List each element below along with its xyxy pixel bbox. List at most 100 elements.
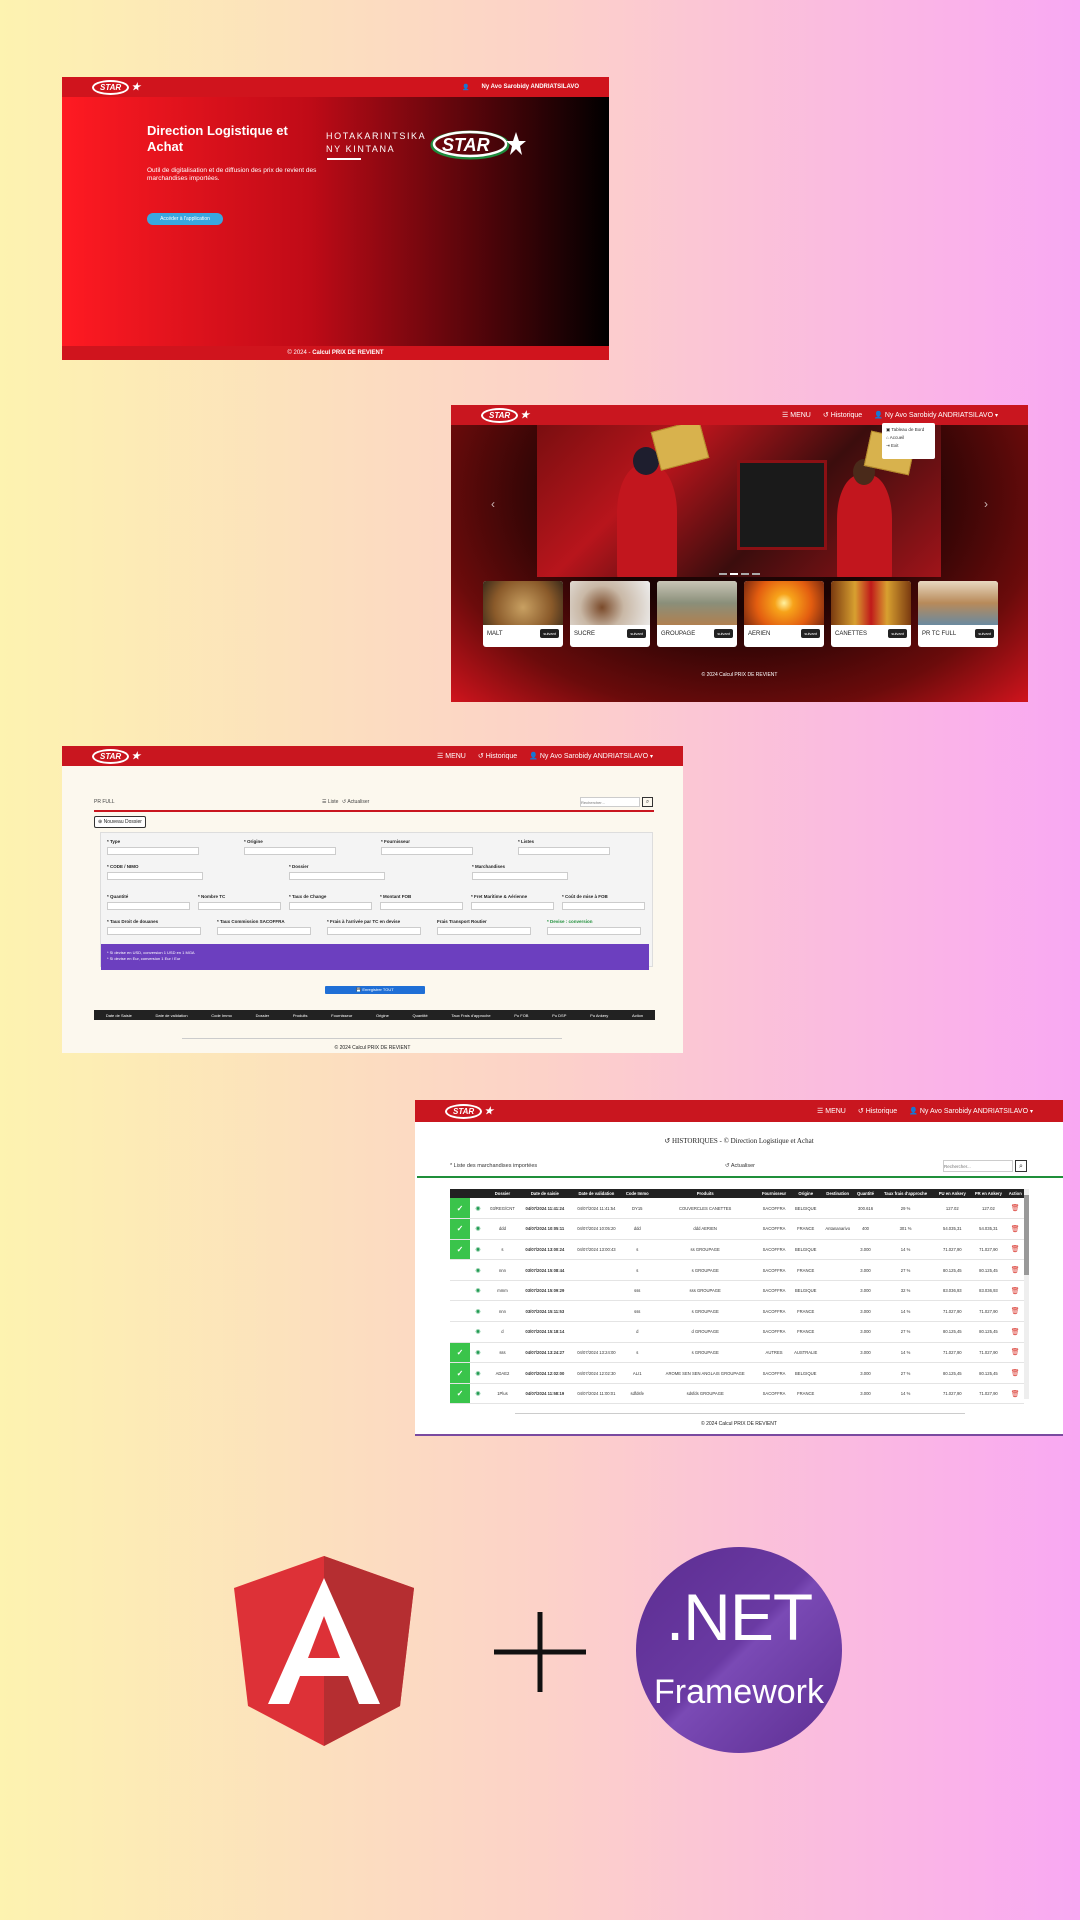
brand-logo[interactable]: STAR ★ [92,79,140,95]
table-row[interactable]: ✓ ◉ sss 04/07/2024 13:24:27 04/07/2024 13:24… [450,1342,1024,1364]
delete-trash-icon[interactable]: 🗑 [1006,1383,1024,1405]
table-row[interactable]: ✓ ◉ s 04/07/2024 13:00:24 04/07/2024 13:00:4… [450,1239,1024,1261]
table-row[interactable]: ◉ d 03/07/2024 15:18:14 d d GROUPAGE SACOFFRA… [450,1321,1024,1343]
chevron-left-icon[interactable]: ‹ [491,497,495,511]
table-row[interactable]: ◉ mmm 03/07/2024 15:09:29 sss sss GROUPAGE SA… [450,1280,1024,1302]
card-malt[interactable]: MALT suivant [483,581,563,647]
user-menu[interactable]: 👤 Ny Avo Sarobidy ANDRIATSILAVO ▾ [874,411,998,419]
fob-amount-input[interactable] [380,902,463,910]
delete-trash-icon[interactable]: 🗑 [1006,1239,1024,1261]
search-input[interactable] [943,1160,1013,1172]
view-eye-icon[interactable]: ◉ [470,1362,486,1384]
refresh-link[interactable]: ↺ Actualiser [725,1163,755,1169]
brand-logo[interactable]: STAR ★ [445,1103,493,1119]
delete-trash-icon[interactable]: 🗑 [1006,1362,1024,1384]
card-groupage[interactable]: GROUPAGE suivant [657,581,737,647]
refresh-link[interactable]: ↺ Actualiser [342,799,369,805]
table-row[interactable]: ✓ ◉ 1Plus 04/07/2024 11:58:19 04/07/2024 11:… [450,1383,1024,1405]
delete-trash-icon[interactable]: 🗑 [1006,1300,1024,1323]
view-eye-icon[interactable]: ◉ [470,1280,486,1302]
user-menu[interactable]: 👤 Ny Avo Sarobidy ANDRIATSILAVO ▾ [529,752,653,760]
brand-logo[interactable]: STAR ★ [481,407,529,423]
card-aerien[interactable]: AERIEN suivant [744,581,824,647]
menu-link[interactable]: ☰ MENU [782,411,811,419]
view-eye-icon[interactable]: ◉ [470,1218,486,1240]
search-input[interactable] [580,797,640,807]
dropdown-item-home[interactable]: ⌂ Accueil [886,434,931,442]
menu-link[interactable]: ☰ MENU [817,1107,846,1115]
history-link[interactable]: ↺ Historique [858,1107,897,1115]
view-eye-icon[interactable]: ◉ [470,1383,486,1405]
table-scrollbar[interactable] [1024,1189,1029,1399]
cell-qte: 3.000 [854,1259,877,1281]
goods-input[interactable] [472,872,568,880]
delete-trash-icon[interactable]: 🗑 [1006,1198,1024,1220]
delete-trash-icon[interactable]: 🗑 [1006,1259,1024,1281]
chevron-right-icon[interactable]: › [984,497,988,511]
card-pr-tc-full[interactable]: PR TC FULL suivant [918,581,998,647]
history-link[interactable]: ↺ Historique [478,752,517,760]
next-button[interactable]: suivant [627,629,646,638]
table-row[interactable]: ✓ ◉ ddd 04/07/2024 10:05:11 04/07/2024 10:05… [450,1218,1024,1240]
card-sucre[interactable]: SUCRE suivant [570,581,650,647]
currency-input[interactable] [547,927,641,935]
view-eye-icon[interactable]: ◉ [470,1342,486,1364]
table-row[interactable]: ◉ nnn 03/07/2024 15:11:53 sss s GROUPAGE SACO… [450,1300,1024,1323]
commission-input[interactable] [217,927,311,935]
delete-trash-icon[interactable]: 🗑 [1006,1280,1024,1302]
view-eye-icon[interactable]: ◉ [470,1239,486,1261]
card-canettes[interactable]: CANETTES suivant [831,581,911,647]
delete-trash-icon[interactable]: 🗑 [1006,1218,1024,1240]
dossier-input[interactable] [289,872,385,880]
cell-destination: Antananarivo [821,1218,855,1240]
code-input[interactable] [107,872,203,880]
list-select[interactable] [518,847,610,855]
fob-cost-input[interactable] [562,902,645,910]
next-button[interactable]: suivant [801,629,820,638]
type-select[interactable] [107,847,199,855]
menu-link[interactable]: ☰ MENU [437,752,466,760]
delete-trash-icon[interactable]: 🗑 [1006,1342,1024,1364]
customs-rate-input[interactable] [107,927,201,935]
green-divider [417,1176,1063,1178]
next-button[interactable]: suivant [975,629,994,638]
delete-trash-icon[interactable]: 🗑 [1006,1321,1024,1343]
table-row[interactable]: ◉ nnn 03/07/2024 15:08:44 s s GROUPAGE SACOFF… [450,1259,1024,1281]
results-table-header: Date de Saisie Date de validation Code Imm… [94,1010,655,1020]
next-button[interactable]: suivant [888,629,907,638]
tc-count-input[interactable] [198,902,281,910]
view-eye-icon[interactable]: ◉ [470,1300,486,1323]
table-row[interactable]: ✓ ◉ 03/REG/CNT 04/07/2024 11:41:24 04/07/202… [450,1198,1024,1220]
cell-qte: 3.000 [854,1280,877,1302]
freight-input[interactable] [471,902,554,910]
access-app-button[interactable]: Accéder à l'application [147,213,223,225]
list-link[interactable]: ☰ Liste [322,799,338,805]
next-button[interactable]: suivant [714,629,733,638]
brand-logo[interactable]: STAR ★ [92,748,140,764]
quantity-input[interactable] [107,902,190,910]
view-eye-icon[interactable]: ◉ [470,1321,486,1343]
dropdown-item-exit[interactable]: ⇥ Exit [886,442,931,450]
column-header: Fournisseur [757,1189,791,1198]
road-transport-input[interactable] [437,927,531,935]
origin-select[interactable] [244,847,336,855]
exchange-rate-input[interactable] [289,902,372,910]
save-all-button[interactable]: 💾 Enregistrer TOUT [325,986,425,994]
search-icon[interactable]: ⌕ [1015,1160,1027,1172]
view-eye-icon[interactable]: ◉ [470,1259,486,1281]
dropdown-item-dashboard[interactable]: ▣ Tableau de Bord [886,426,931,434]
next-button[interactable]: suivant [540,629,559,638]
not-validated-cell [450,1321,470,1343]
new-folder-button[interactable]: ⊕ Nouveau Dossier [94,816,146,828]
supplier-select[interactable] [381,847,473,855]
history-link[interactable]: ↺ Historique [823,411,862,419]
view-eye-icon[interactable]: ◉ [470,1198,486,1220]
user-menu[interactable]: Ny Avo Sarobidy ANDRIATSILAVO [482,84,579,90]
scroll-thumb[interactable] [1024,1195,1029,1275]
user-menu[interactable]: 👤 Ny Avo Sarobidy ANDRIATSILAVO ▾ [909,1107,1033,1115]
table-row[interactable]: ✓ ◉ ADAE2 04/07/2024 12:02:00 04/07/2024 12:… [450,1362,1024,1384]
carousel-indicators[interactable] [719,573,760,575]
arrival-fees-input[interactable] [327,927,421,935]
search-icon[interactable]: ⌕ [642,797,653,807]
cell-pu: 71.027,90 [934,1300,971,1323]
